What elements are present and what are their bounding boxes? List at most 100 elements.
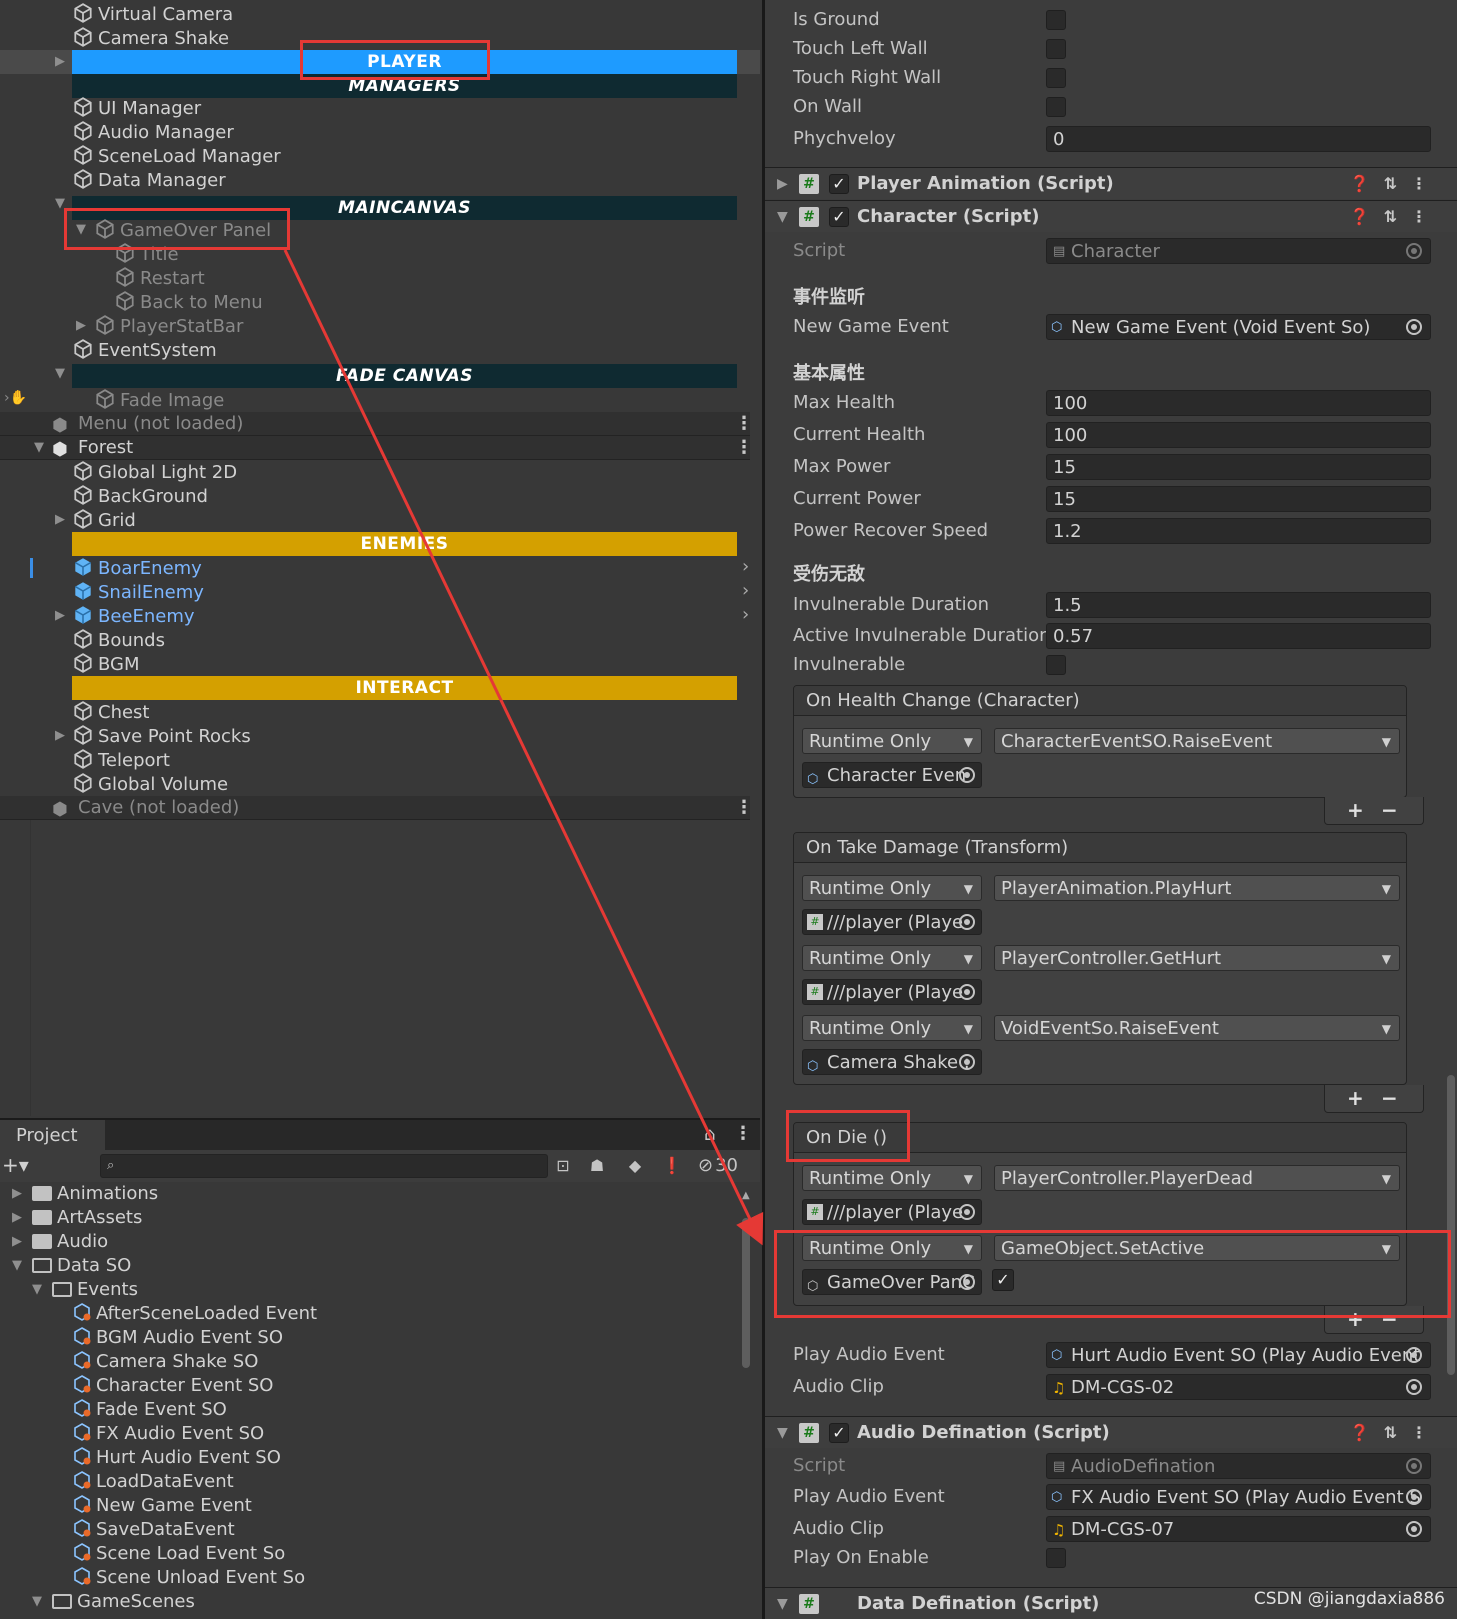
- component-header-icons[interactable]: ❓⇅⋮: [1350, 201, 1441, 233]
- object-picker-icon[interactable]: [959, 767, 975, 783]
- inspector-scrollbar[interactable]: [1447, 1075, 1455, 1375]
- separator-managers[interactable]: MANAGERS: [72, 74, 737, 98]
- object-picker-icon[interactable]: [959, 1274, 975, 1290]
- runtime-mode-dropdown[interactable]: Runtime Only ▼: [802, 875, 982, 901]
- hierarchy-item[interactable]: Bounds: [72, 628, 165, 652]
- target-object-field[interactable]: #///player (Playe: [802, 979, 982, 1005]
- asset-item[interactable]: Camera Shake SO: [72, 1350, 258, 1374]
- collapse-arrow-icon[interactable]: ▼: [76, 218, 86, 242]
- hierarchy-item[interactable]: Camera Shake: [72, 26, 229, 50]
- asset-item[interactable]: FX Audio Event SO: [72, 1422, 264, 1446]
- object-picker-icon[interactable]: [959, 914, 975, 930]
- scene-row-forest[interactable]: ▼ ⬢ Forest ⋮: [0, 436, 753, 460]
- folder-item[interactable]: Animations: [32, 1182, 158, 1206]
- search-by-type-icon[interactable]: ⊡: [548, 1154, 578, 1178]
- component-enabled-checkbox[interactable]: ✓: [829, 1423, 849, 1443]
- hierarchy-item-prefab[interactable]: BoarEnemy: [72, 556, 202, 580]
- component-header-icons[interactable]: ❓⇅⋮: [1350, 1417, 1441, 1449]
- number-field[interactable]: 100: [1046, 422, 1431, 448]
- expand-arrow-icon[interactable]: ▶: [777, 168, 788, 200]
- hierarchy-item-prefab[interactable]: BeeEnemy: [72, 604, 195, 628]
- folder-item[interactable]: Audio: [32, 1230, 108, 1254]
- asset-item[interactable]: Fade Event SO: [72, 1398, 227, 1422]
- hierarchy-item[interactable]: Save Point Rocks: [72, 724, 251, 748]
- hierarchy-item[interactable]: Title: [114, 242, 179, 266]
- folder-item[interactable]: Events: [52, 1278, 138, 1302]
- component-enabled-checkbox[interactable]: ✓: [829, 174, 849, 194]
- function-dropdown[interactable]: CharacterEventSO.RaiseEvent ▼: [994, 728, 1400, 754]
- collapse-arrow-icon[interactable]: ▼: [55, 362, 65, 386]
- collapse-arrow-icon[interactable]: ▼: [777, 1588, 788, 1619]
- hierarchy-item[interactable]: Audio Manager: [72, 120, 234, 144]
- create-plus-icon[interactable]: +▾: [2, 1153, 29, 1177]
- runtime-mode-dropdown[interactable]: Runtime Only ▼: [802, 1165, 982, 1191]
- hierarchy-item[interactable]: Teleport: [72, 748, 170, 772]
- function-dropdown[interactable]: PlayerController.GetHurt ▼: [994, 945, 1400, 971]
- component-enabled-checkbox[interactable]: ✓: [829, 207, 849, 227]
- expand-arrow-icon[interactable]: ▶: [55, 724, 65, 748]
- touch-right-wall-checkbox[interactable]: [1046, 68, 1066, 88]
- object-picker-icon[interactable]: [959, 1204, 975, 1220]
- collapse-arrow-icon[interactable]: ▼: [55, 192, 65, 216]
- more-options-icon[interactable]: ⋮: [735, 796, 753, 820]
- number-field[interactable]: 100: [1046, 390, 1431, 416]
- runtime-mode-dropdown[interactable]: Runtime Only ▼: [802, 1235, 982, 1261]
- is-ground-checkbox[interactable]: [1046, 10, 1066, 30]
- scene-row-menu[interactable]: ⬢ Menu (not loaded) ⋮: [0, 412, 753, 436]
- separator-player[interactable]: PLAYER: [72, 50, 737, 74]
- more-options-icon[interactable]: ⋮: [735, 412, 753, 436]
- object-picker-icon[interactable]: [1406, 1521, 1422, 1537]
- target-object-field[interactable]: #///player (Playe: [802, 909, 982, 935]
- more-options-icon[interactable]: ⋮: [734, 1123, 752, 1144]
- asset-item[interactable]: LoadDataEvent: [72, 1470, 234, 1494]
- asset-item[interactable]: New Game Event: [72, 1494, 252, 1518]
- add-listener-button[interactable]: +: [1347, 1085, 1364, 1111]
- hierarchy-item[interactable]: EventSystem: [72, 338, 217, 362]
- invulnerable-duration-field[interactable]: 1.5: [1046, 592, 1431, 618]
- object-picker-icon[interactable]: [959, 984, 975, 1000]
- project-scrollbar[interactable]: [742, 1218, 750, 1368]
- folder-item[interactable]: GameScenes: [52, 1590, 195, 1614]
- runtime-mode-dropdown[interactable]: Runtime Only ▼: [802, 728, 982, 754]
- expand-arrow-icon[interactable]: ▶: [12, 1206, 22, 1230]
- component-character[interactable]: ▼ # ✓ Character (Script) ❓⇅⋮: [765, 200, 1457, 232]
- on-wall-checkbox[interactable]: [1046, 97, 1066, 117]
- audio-clip-field[interactable]: ♫ DM-CGS-07: [1046, 1516, 1431, 1542]
- filter-by-type-icon[interactable]: ☗: [582, 1154, 612, 1178]
- separator-enemies[interactable]: ENEMIES: [72, 532, 737, 556]
- object-picker-icon[interactable]: [1406, 1379, 1422, 1395]
- hierarchy-item[interactable]: Global Light 2D: [72, 460, 237, 484]
- function-dropdown[interactable]: GameObject.SetActive ▼: [994, 1235, 1400, 1261]
- asset-item[interactable]: AfterSceneLoaded Event: [72, 1302, 317, 1326]
- object-picker-icon[interactable]: [1406, 243, 1422, 259]
- expand-arrow-icon[interactable]: ▶: [55, 508, 65, 532]
- warning-filter-icon[interactable]: ❗: [657, 1154, 687, 1178]
- scene-row-cave[interactable]: ⬢ Cave (not loaded) ⋮: [0, 796, 753, 820]
- hierarchy-item[interactable]: Back to Menu: [114, 290, 263, 314]
- hierarchy-item[interactable]: SceneLoad Manager: [72, 144, 281, 168]
- expand-arrow-icon[interactable]: ▶: [12, 1230, 22, 1254]
- tab-project[interactable]: Project: [0, 1120, 105, 1152]
- asset-item[interactable]: BGM Audio Event SO: [72, 1326, 283, 1350]
- hidden-packages-toggle[interactable]: ⊘ 30: [698, 1154, 738, 1178]
- object-picker-icon[interactable]: [1406, 319, 1422, 335]
- separator-maincanvas[interactable]: MAINCANVAS: [72, 196, 737, 220]
- asset-item[interactable]: Hurt Audio Event SO: [72, 1446, 281, 1470]
- hierarchy-item[interactable]: Chest: [72, 700, 150, 724]
- add-listener-button[interactable]: +: [1347, 797, 1364, 823]
- target-object-field[interactable]: ⬡ Character Even: [802, 762, 982, 788]
- phychveloy-field[interactable]: 0: [1046, 126, 1431, 152]
- hierarchy-item[interactable]: BGM: [72, 652, 140, 676]
- object-picker-icon[interactable]: [1406, 1489, 1422, 1505]
- collapse-arrow-icon[interactable]: ▼: [32, 1590, 42, 1614]
- audio-clip-field[interactable]: ♫ DM-CGS-02: [1046, 1374, 1431, 1400]
- function-dropdown[interactable]: PlayerController.PlayerDead ▼: [994, 1165, 1400, 1191]
- collapse-arrow-icon[interactable]: ▼: [32, 1278, 42, 1302]
- hierarchy-item[interactable]: Restart: [114, 266, 205, 290]
- more-options-icon[interactable]: ⋮: [735, 436, 753, 460]
- expand-arrow-icon[interactable]: ▶: [12, 1182, 22, 1206]
- hierarchy-item[interactable]: Grid: [72, 508, 136, 532]
- active-invulnerable-duration-field[interactable]: 0.57: [1046, 623, 1431, 649]
- play-on-enable-checkbox[interactable]: [1046, 1548, 1066, 1568]
- hierarchy-item[interactable]: Global Volume: [72, 772, 228, 796]
